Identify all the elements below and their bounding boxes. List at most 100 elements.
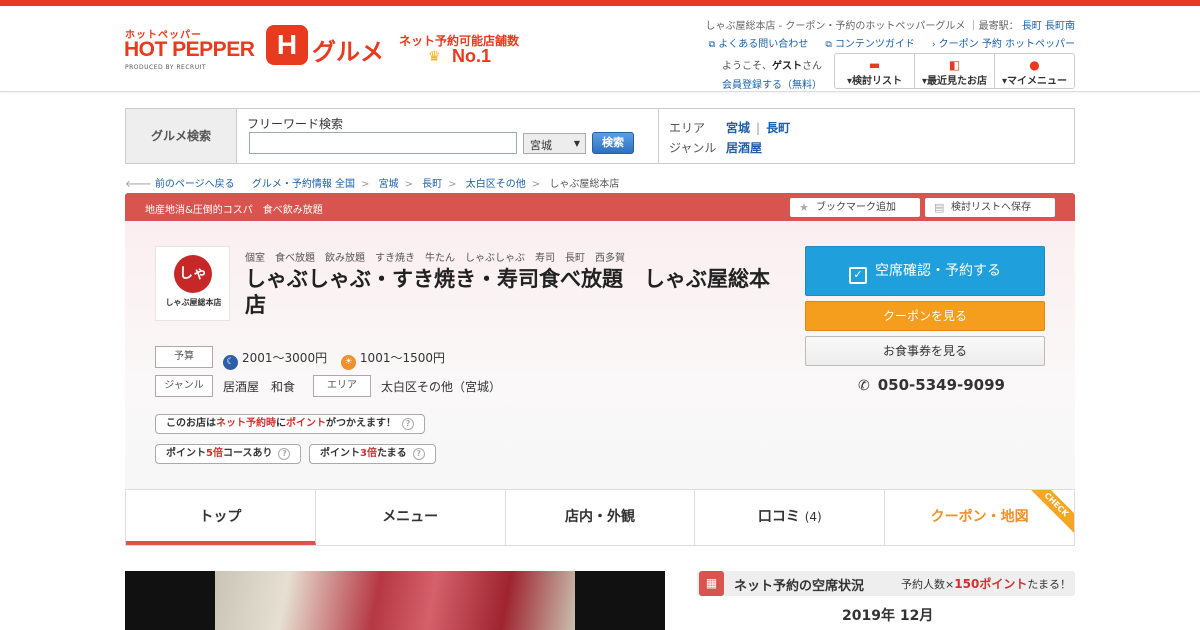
no1-badge: No.1 — [452, 46, 492, 66]
area-link-miyagi[interactable]: 宮城 — [726, 121, 750, 135]
tab-top[interactable]: トップ — [126, 490, 316, 545]
area-links: 宮城 | 長町 — [726, 119, 790, 136]
freeword-input[interactable] — [249, 132, 517, 154]
prefecture-select[interactable]: 宮城 ▼ — [523, 133, 586, 154]
phone-icon: ✆ — [858, 378, 870, 394]
register-link[interactable]: 会員登録する（無料） — [722, 76, 822, 91]
pill-emph: 3倍 — [360, 448, 377, 459]
header-crumb: しゃぶ屋総本店 - クーポン・予約のホットペッパーグルメ ｜最寄駅： 長町 長町… — [705, 17, 1075, 32]
meal-ticket-button[interactable]: お食事券を見る — [805, 336, 1045, 366]
pill-text: コースあり — [222, 448, 273, 459]
shabu-meat-image — [215, 571, 575, 630]
logo-produced-by: PRODUCED BY RECRUIT — [125, 64, 207, 71]
list-icon: ▬ — [868, 58, 881, 72]
user-icon: ● — [1029, 58, 1040, 72]
area-link-nagamachi[interactable]: 長町 — [766, 121, 790, 135]
coupon-link[interactable]: › クーポン 予約 ホットペッパー — [932, 39, 1075, 50]
bookmark-button[interactable]: ★ ブックマーク追加 — [790, 198, 920, 217]
area-sep: | — [756, 121, 761, 135]
calendar-icon: ▦ — [699, 571, 724, 596]
shop-tags: 個室 食べ放題 飲み放題 すき焼き 牛たん しゃぶしゃぶ 寿司 長町 西多賀 — [245, 249, 635, 264]
pill-emph: ポイント — [286, 418, 326, 429]
points-emph: 150ポイント — [954, 577, 1028, 591]
help-icon: ? — [402, 418, 414, 430]
genre-label: ジャンル — [669, 141, 717, 155]
logo-gourmet[interactable]: グルメ — [312, 32, 384, 67]
shop-header: しゃぶ屋 しゃぶ屋総本店 個室 食べ放題 飲み放題 すき焼き 牛たん しゃぶしゃぶ 寿司 長町… — [125, 221, 1075, 489]
pill-text: がつかえます！ — [326, 418, 396, 429]
faq-link[interactable]: ⧉ よくある問い合わせ — [709, 39, 808, 50]
search-label: グルメ検索 — [126, 109, 237, 163]
site-header: ホットペッパー HOT PEPPER PRODUCED BY RECRUIT H… — [0, 6, 1200, 92]
help-icon: ? — [412, 448, 425, 460]
freeword-label: フリーワード検索 — [247, 117, 344, 131]
catchcopy-text: 地産地消&圧倒的コスパ 食べ飲み放題 — [145, 205, 323, 216]
reserve-button[interactable]: ✓ 空席確認・予約する — [805, 246, 1045, 296]
gourmet-search-box: グルメ検索 フリーワード検索 宮城 ▼ 検索 エリア 宮城 | 長町 ジャンル 居酒屋 — [125, 108, 1075, 164]
my-menu-button[interactable]: ● ▾マイメニュー — [995, 54, 1074, 88]
pill-emph: ネット予約時 — [216, 418, 276, 429]
phone-number[interactable]: ✆ 050-5349-9099 — [858, 376, 1005, 394]
tab-reviews[interactable]: 口コミ (4) — [695, 490, 886, 545]
header-links: ⧉ よくある問い合わせ ⧉ コンテンツガイド › クーポン 予約 ホットペッパー — [695, 35, 1075, 50]
shop-logo: しゃぶ屋 しゃぶ屋総本店 — [155, 246, 230, 321]
shop-tag: すき焼き — [375, 253, 415, 264]
search-button[interactable]: 検索 — [592, 132, 634, 154]
tab-coupon-map-label: クーポン・地図 — [930, 509, 1029, 525]
save-list-button[interactable]: ▤ 検討リストへ保存 — [925, 198, 1055, 217]
points-text: 予約人数× — [901, 578, 955, 591]
breadcrumb-item[interactable]: グルメ・予約情報 全国 — [252, 179, 355, 190]
guide-link-label: コンテンツガイド — [834, 39, 915, 50]
prefecture-value: 宮城 — [530, 139, 552, 152]
budget-lunch: 1001～1500円 — [359, 351, 446, 365]
station-link-nagamachi[interactable]: 長町 — [1022, 21, 1042, 32]
breadcrumb-sep: > — [531, 179, 541, 190]
recent-shops-button[interactable]: ◧ ▾最近見たお店 — [915, 54, 995, 88]
consider-list-button[interactable]: ▬ ▾検討リスト — [835, 54, 915, 88]
genre-value: 居酒屋 和食 — [223, 380, 296, 394]
pill-text: に — [276, 418, 286, 429]
shop-tag: 西多賀 — [595, 253, 625, 264]
breadcrumb-item[interactable]: 長町 — [422, 179, 442, 190]
history-icon: ◧ — [948, 58, 961, 72]
back-link[interactable]: 前のページへ戻る — [155, 179, 235, 190]
welcome-prefix: ようこそ、 — [722, 61, 772, 72]
tab-coupon-map[interactable]: クーポン・地図 CHECK — [885, 490, 1074, 545]
coupon-link-label: クーポン 予約 ホットペッパー — [938, 39, 1075, 50]
shop-photo[interactable] — [125, 571, 665, 630]
logo-hot-pepper[interactable]: HOT PEPPER — [124, 38, 255, 62]
station-link-nagamachi-minami[interactable]: 長町南 — [1045, 21, 1075, 32]
net-reserve-point-pill[interactable]: このお店はネット予約時にポイントがつかえます！? — [155, 414, 425, 434]
welcome-name: ゲスト — [772, 61, 802, 72]
list-icon: ▤ — [934, 201, 945, 214]
faq-link-label: よくある問い合わせ — [718, 39, 809, 50]
area-info-label: エリア — [313, 375, 371, 397]
star-icon: ★ — [799, 201, 809, 214]
review-count: (4) — [804, 510, 822, 524]
pill-emph: 5倍 — [206, 448, 223, 459]
shop-tag: 飲み放題 — [325, 253, 365, 264]
consider-list-label: 検討リスト — [852, 76, 903, 87]
tab-menu[interactable]: メニュー — [316, 490, 506, 545]
breadcrumb-item[interactable]: 太白区その他 — [466, 179, 526, 190]
header-crumb-text: しゃぶ屋総本店 - クーポン・予約のホットペッパーグルメ ｜最寄駅： — [705, 21, 1019, 32]
gourmet-h-icon[interactable]: H — [266, 25, 308, 65]
point-5x-pill[interactable]: ポイント5倍コースあり? — [155, 444, 302, 464]
shop-logo-caption: しゃぶ屋総本店 — [165, 298, 222, 307]
phone-value: 050-5349-9099 — [877, 376, 1005, 394]
breadcrumb-item[interactable]: 宮城 — [379, 179, 399, 190]
guide-link[interactable]: ⧉ コンテンツガイド — [825, 39, 914, 50]
shop-logo-mark: しゃぶ屋 — [174, 255, 212, 320]
genre-link-izakaya[interactable]: 居酒屋 — [726, 139, 762, 156]
shop-tag: 食べ放題 — [275, 253, 315, 264]
budget-values: ☾ 2001～3000円 ☀ 1001～1500円 — [223, 349, 445, 370]
my-menu-label: マイメニュー — [1007, 76, 1068, 87]
calendar-month: 2019年 12月 — [842, 608, 934, 624]
view-coupon-button[interactable]: クーポンを見る — [805, 301, 1045, 331]
help-icon: ? — [278, 448, 291, 460]
tab-interior[interactable]: 店内・外観 — [506, 490, 696, 545]
breadcrumb-sep: > — [361, 179, 370, 190]
point-3x-pill[interactable]: ポイント3倍たまる? — [309, 444, 436, 464]
budget-label: 予算 — [155, 346, 213, 368]
genre-info-label: ジャンル — [155, 375, 213, 397]
